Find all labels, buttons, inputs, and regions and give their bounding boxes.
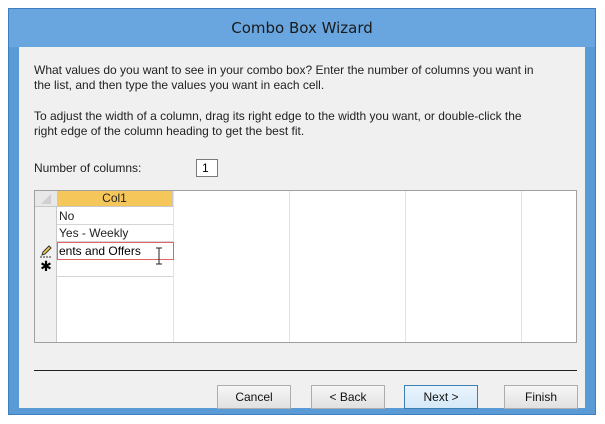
grid-line [405,191,406,342]
asterisk-icon: ✱ [40,259,52,275]
text-cursor-icon [152,247,166,265]
grid-cell[interactable]: Yes - Weekly [59,225,128,241]
grid-line [173,191,174,342]
number-of-columns-input[interactable]: 1 [196,159,218,177]
values-grid[interactable]: Col1 No Yes - Weekly ents and Offers ✱ [34,190,577,343]
next-button[interactable]: Next > [404,385,478,409]
finish-button[interactable]: Finish [504,385,578,409]
column-header-col1[interactable]: Col1 [57,191,173,207]
window-title: Combo Box Wizard [231,19,373,37]
back-button[interactable]: < Back [311,385,385,409]
combo-box-wizard-window: Combo Box Wizard What values do you want… [8,8,596,415]
title-bar[interactable]: Combo Box Wizard [9,9,595,47]
grid-line [521,191,522,342]
grid-cell[interactable]: No [59,208,74,224]
grid-line [57,276,173,277]
separator-line [34,370,577,371]
cancel-button[interactable]: Cancel [217,385,291,409]
instruction-line-4: right edge of the column heading to get … [34,124,305,138]
instruction-line-2: the list, and then type the values you w… [34,78,325,92]
number-of-columns-label: Number of columns: [34,161,142,175]
corner-triangle-icon [41,194,51,204]
instruction-line-3: To adjust the width of a column, drag it… [34,109,522,123]
grid-line [289,191,290,342]
select-all-corner[interactable] [35,191,57,207]
wizard-body: What values do you want to see in your c… [19,47,585,409]
pencil-icon [39,244,53,259]
instruction-line-1: What values do you want to see in your c… [34,63,534,77]
